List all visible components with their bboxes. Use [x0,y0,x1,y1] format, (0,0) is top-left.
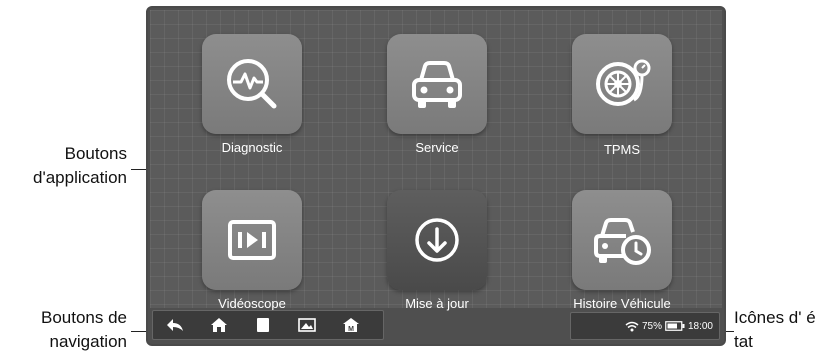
diagnostic-magnifier-icon [227,59,277,109]
back-button[interactable] [165,315,185,335]
manufacturer-home-icon: M [343,318,359,333]
app-tpms-button[interactable] [572,34,672,134]
app-label-service: Service [415,140,459,155]
recent-apps-icon [257,318,269,332]
home-button[interactable] [209,315,229,335]
recent-apps-button[interactable] [253,315,273,335]
home-icon [211,318,227,332]
car-history-icon [594,218,651,265]
callout-nav-buttons: Boutons de navigation [0,306,127,354]
app-videoscope-button[interactable] [202,190,302,290]
leader-nav-buttons [131,331,146,332]
navigation-bar: M [152,310,384,340]
app-label-vehicle-history: Histoire Véhicule [573,296,671,311]
battery-icon [665,321,685,331]
tire-gauge-icon [596,59,651,106]
clock-time: 18:00 [687,320,713,332]
app-diagnostic-button[interactable] [202,34,302,134]
callout-app-buttons: Boutons d'application [0,142,127,190]
leader-app-buttons [131,169,146,170]
manufacturer-home-button[interactable]: M [341,315,361,335]
app-label-update: Mise à jour [405,296,469,311]
leader-status-icons [726,331,734,332]
svg-text:M: M [348,326,354,333]
battery-percentage: 75% [641,320,662,332]
wifi-icon [625,321,639,331]
callout-status-icons-line1: Icônes d' é [734,308,816,327]
app-vehicle-history-button[interactable] [572,190,672,290]
callout-status-icons-line2: tat [734,332,753,351]
app-service-button[interactable] [387,34,487,134]
tablet-device: Diagnostic Service TPMS Vidéoscope Mise … [146,6,726,346]
callout-nav-buttons-line1: Boutons de [40,308,127,327]
screenshot-button[interactable] [297,315,317,335]
videoscope-play-icon [228,220,276,260]
screenshot-icon [298,318,316,332]
status-bar: 75% 18:00 [570,312,720,340]
home-screen: Diagnostic Service TPMS Vidéoscope Mise … [150,10,722,311]
callout-app-buttons-line1: Boutons [64,144,127,163]
callout-app-buttons-line2: d'application [33,168,127,187]
back-icon [167,319,183,331]
callout-status-icons: Icônes d' é tat [734,306,840,354]
app-label-diagnostic: Diagnostic [221,140,283,155]
app-label-tpms: TPMS [603,142,641,157]
app-update-button[interactable] [387,190,487,290]
download-arrow-icon [415,218,459,262]
callout-nav-buttons-line2: navigation [49,332,127,351]
app-label-videoscope: Vidéoscope [218,296,286,311]
car-icon [412,61,462,108]
